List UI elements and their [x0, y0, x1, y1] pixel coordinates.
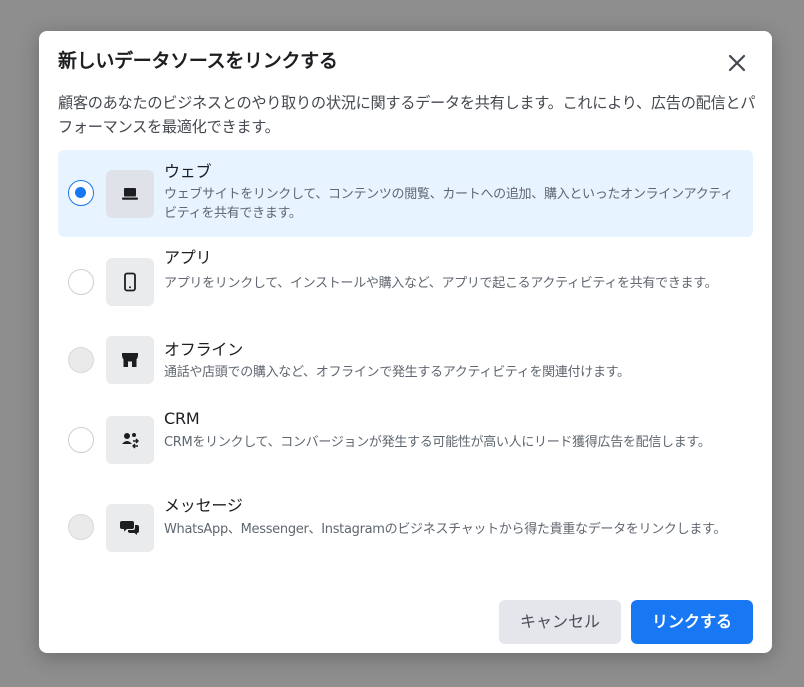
opt-icon-box-web — [106, 170, 154, 218]
option-title: アプリ — [164, 248, 212, 267]
option-title: メッセージ — [164, 496, 243, 515]
opt-icon-box-messages — [106, 504, 154, 552]
option-web[interactable]: ウェブ ウェブサイトをリンクして、コンテンツの閲覧、カートへの追加、購入といった… — [58, 150, 753, 237]
option-title: オフライン — [164, 340, 244, 359]
option-description: ウェブサイトをリンクして、コンテンツの閲覧、カートへの追加、購入といったオンライ… — [164, 187, 734, 221]
people-sync-icon — [122, 433, 139, 449]
link-button[interactable]: リンクする — [631, 600, 753, 644]
option-description: アプリをリンクして、インストールや購入など、アプリで起こるアクティビティを共有で… — [164, 276, 718, 291]
opt-icon-box-crm — [106, 416, 154, 464]
close-button[interactable] — [725, 51, 749, 75]
laptop-icon — [122, 188, 138, 200]
option-description: CRMをリンクして、コンバージョンが発生する可能性が高い人にリード獲得広告を配信… — [164, 435, 711, 450]
opt-icon-box-app — [106, 258, 154, 306]
dialog-description: 顧客のあなたのビジネスとのやり取りの状況に関するデータを共有します。これにより、… — [58, 94, 756, 136]
opt-icon-box-offline — [106, 336, 154, 384]
option-title: ウェブ — [164, 162, 212, 181]
option-description: 通話や店頭での購入など、オフラインで発生するアクティビティを関連付けます。 — [164, 365, 630, 380]
cancel-button[interactable]: キャンセル — [499, 600, 621, 644]
mobile-phone-icon — [124, 272, 136, 292]
radio-app[interactable] — [68, 269, 94, 295]
close-icon — [728, 54, 746, 72]
option-description: WhatsApp、Messenger、Instagramのビジネスチャットから得… — [164, 522, 727, 537]
chat-bubbles-icon — [120, 521, 139, 535]
option-crm[interactable]: CRM CRMをリンクして、コンバージョンが発生する可能性が高い人にリード獲得広… — [58, 403, 753, 473]
option-offline[interactable]: オフライン 通話や店頭での購入など、オフラインで発生するアクティビティを関連付け… — [58, 330, 753, 390]
radio-offline[interactable] — [68, 347, 94, 373]
option-title: CRM — [164, 409, 200, 428]
radio-web[interactable] — [68, 180, 94, 206]
option-messages[interactable]: メッセージ WhatsApp、Messenger、Instagramのビジネスチ… — [58, 492, 753, 562]
store-icon — [122, 353, 138, 367]
option-app[interactable]: アプリ アプリをリンクして、インストールや購入など、アプリで起こるアクティビティ… — [58, 245, 753, 320]
radio-messages[interactable] — [68, 514, 94, 540]
link-data-source-dialog: 新しいデータソースをリンクする 顧客のあなたのビジネスとのやり取りの状況に関する… — [39, 31, 772, 653]
dialog-title: 新しいデータソースをリンクする — [58, 50, 338, 72]
radio-crm[interactable] — [68, 427, 94, 453]
